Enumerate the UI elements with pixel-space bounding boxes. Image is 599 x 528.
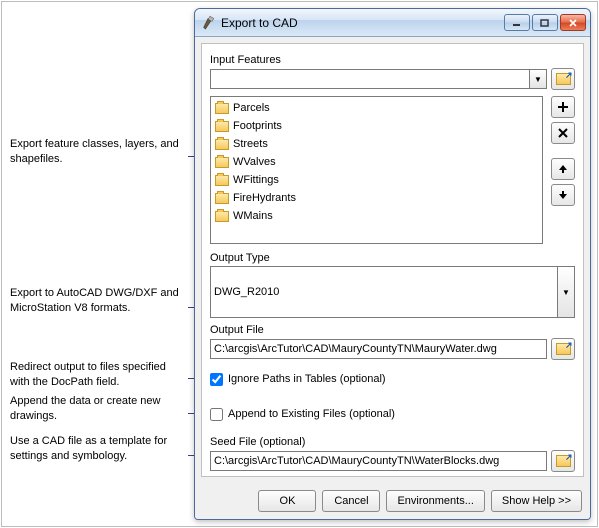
move-up-button[interactable]: [551, 158, 575, 180]
list-item-label: Parcels: [233, 102, 270, 114]
layer-icon: [215, 193, 229, 204]
list-item-label: WMains: [233, 210, 273, 222]
annotation-text: Export to AutoCAD DWG/DXF and MicroStati…: [10, 287, 179, 314]
browse-output-button[interactable]: ↗: [551, 338, 575, 360]
chevron-down-icon: ▼: [529, 70, 546, 88]
seed-file-label: Seed File (optional): [210, 436, 575, 448]
append-label: Append to Existing Files (optional): [228, 408, 395, 420]
list-item[interactable]: Parcels: [213, 99, 540, 117]
list-item[interactable]: FireHydrants: [213, 189, 540, 207]
dialog-footer: OK Cancel Environments... Show Help >>: [195, 483, 590, 519]
add-button[interactable]: [551, 96, 575, 118]
layer-icon: [215, 103, 229, 114]
append-checkbox[interactable]: [210, 408, 223, 421]
move-down-button[interactable]: [551, 184, 575, 206]
window-title: Export to CAD: [221, 16, 504, 30]
input-features-label: Input Features: [210, 54, 575, 66]
output-type-combo[interactable]: DWG_R2010 ▼: [210, 266, 575, 318]
list-item-label: FireHydrants: [233, 192, 296, 204]
list-item-label: WValves: [233, 156, 276, 168]
list-item[interactable]: Footprints: [213, 117, 540, 135]
seed-file-value: C:\arcgis\ArcTutor\CAD\MauryCountyTN\Wat…: [214, 455, 499, 467]
output-type-label: Output Type: [210, 252, 575, 264]
maximize-button[interactable]: [532, 14, 558, 31]
tool-icon: [201, 16, 215, 30]
list-item[interactable]: WFittings: [213, 171, 540, 189]
features-listbox[interactable]: Parcels Footprints Streets WValves WFittings…: [210, 96, 543, 244]
layer-icon: [215, 175, 229, 186]
cancel-button[interactable]: Cancel: [322, 490, 380, 512]
ignore-paths-label: Ignore Paths in Tables (optional): [228, 373, 386, 385]
list-item-label: Footprints: [233, 120, 282, 132]
list-item[interactable]: Streets: [213, 135, 540, 153]
output-file-input[interactable]: C:\arcgis\ArcTutor\CAD\MauryCountyTN\Mau…: [210, 339, 547, 359]
output-file-value: C:\arcgis\ArcTutor\CAD\MauryCountyTN\Mau…: [214, 343, 497, 355]
ignore-paths-checkbox[interactable]: [210, 373, 223, 386]
chevron-down-icon: ▼: [557, 267, 574, 317]
folder-open-icon: ↗: [556, 343, 571, 355]
list-item[interactable]: WValves: [213, 153, 540, 171]
annotation-text: Export feature classes, layers, and shap…: [10, 138, 179, 165]
minimize-button[interactable]: [504, 14, 530, 31]
annotation-text: Use a CAD file as a template for setting…: [10, 435, 167, 462]
output-file-label: Output File: [210, 324, 575, 336]
folder-open-icon: ↗: [556, 73, 571, 85]
list-item[interactable]: WMains: [213, 207, 540, 225]
layer-icon: [215, 211, 229, 222]
ok-button[interactable]: OK: [258, 490, 316, 512]
layer-icon: [215, 121, 229, 132]
list-item-label: Streets: [233, 138, 268, 150]
browse-seed-button[interactable]: ↗: [551, 450, 575, 472]
seed-file-input[interactable]: C:\arcgis\ArcTutor\CAD\MauryCountyTN\Wat…: [210, 451, 547, 471]
layer-icon: [215, 157, 229, 168]
list-item-label: WFittings: [233, 174, 279, 186]
folder-open-icon: ↗: [556, 455, 571, 467]
show-help-button[interactable]: Show Help >>: [491, 490, 582, 512]
output-type-value: DWG_R2010: [214, 286, 279, 298]
environments-button[interactable]: Environments...: [386, 490, 484, 512]
remove-button[interactable]: [551, 122, 575, 144]
export-to-cad-dialog: Export to CAD Input Features ▼ ↗ Pa: [194, 8, 591, 520]
browse-features-button[interactable]: ↗: [551, 68, 575, 90]
annotation-text: Append the data or create new drawings.: [10, 395, 160, 422]
titlebar: Export to CAD: [195, 9, 590, 37]
close-button[interactable]: [560, 14, 586, 31]
input-features-combo[interactable]: ▼: [210, 69, 547, 89]
annotation-text: Redirect output to files specified with …: [10, 361, 166, 388]
layer-icon: [215, 139, 229, 150]
